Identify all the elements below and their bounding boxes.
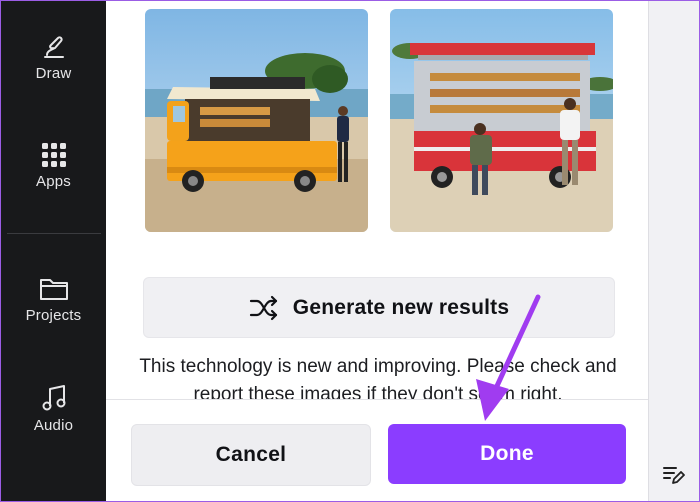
left-sidebar: Draw Apps Projects Audio [1, 1, 106, 501]
sidebar-item-audio[interactable]: Audio [1, 383, 106, 434]
ai-disclaimer-text: This technology is new and improving. Pl… [139, 356, 617, 401]
folder-icon [39, 279, 68, 300]
generate-results-panel: Generate new results This technology is … [106, 1, 649, 501]
generate-new-results-button[interactable]: Generate new results [143, 277, 615, 338]
sidebar-item-label: Draw [35, 65, 72, 82]
sidebar-item-apps[interactable]: Apps [1, 141, 106, 190]
done-button[interactable]: Done [388, 424, 626, 484]
sidebar-divider [7, 233, 101, 234]
panel-footer: Cancel Done [106, 399, 649, 501]
sidebar-item-label: Projects [25, 307, 82, 324]
sidebar-item-projects[interactable]: Projects [1, 275, 106, 324]
music-note-icon [42, 385, 65, 411]
sidebar-item-label: Apps [36, 173, 71, 190]
right-edge-panel [648, 1, 699, 501]
sidebar-item-label: Audio [33, 417, 74, 434]
shuffle-icon [249, 295, 277, 320]
pen-icon [43, 36, 64, 58]
sidebar-item-draw[interactable]: Draw [1, 31, 106, 82]
app-window: Draw Apps Projects Audio Generate new re… [0, 0, 700, 502]
notes-edit-icon[interactable] [661, 463, 685, 487]
result-image-1[interactable] [145, 9, 368, 232]
result-image-2[interactable] [390, 9, 613, 232]
grid-icon [41, 143, 66, 167]
cancel-button[interactable]: Cancel [131, 424, 371, 486]
generate-new-results-label: Generate new results [292, 295, 510, 319]
